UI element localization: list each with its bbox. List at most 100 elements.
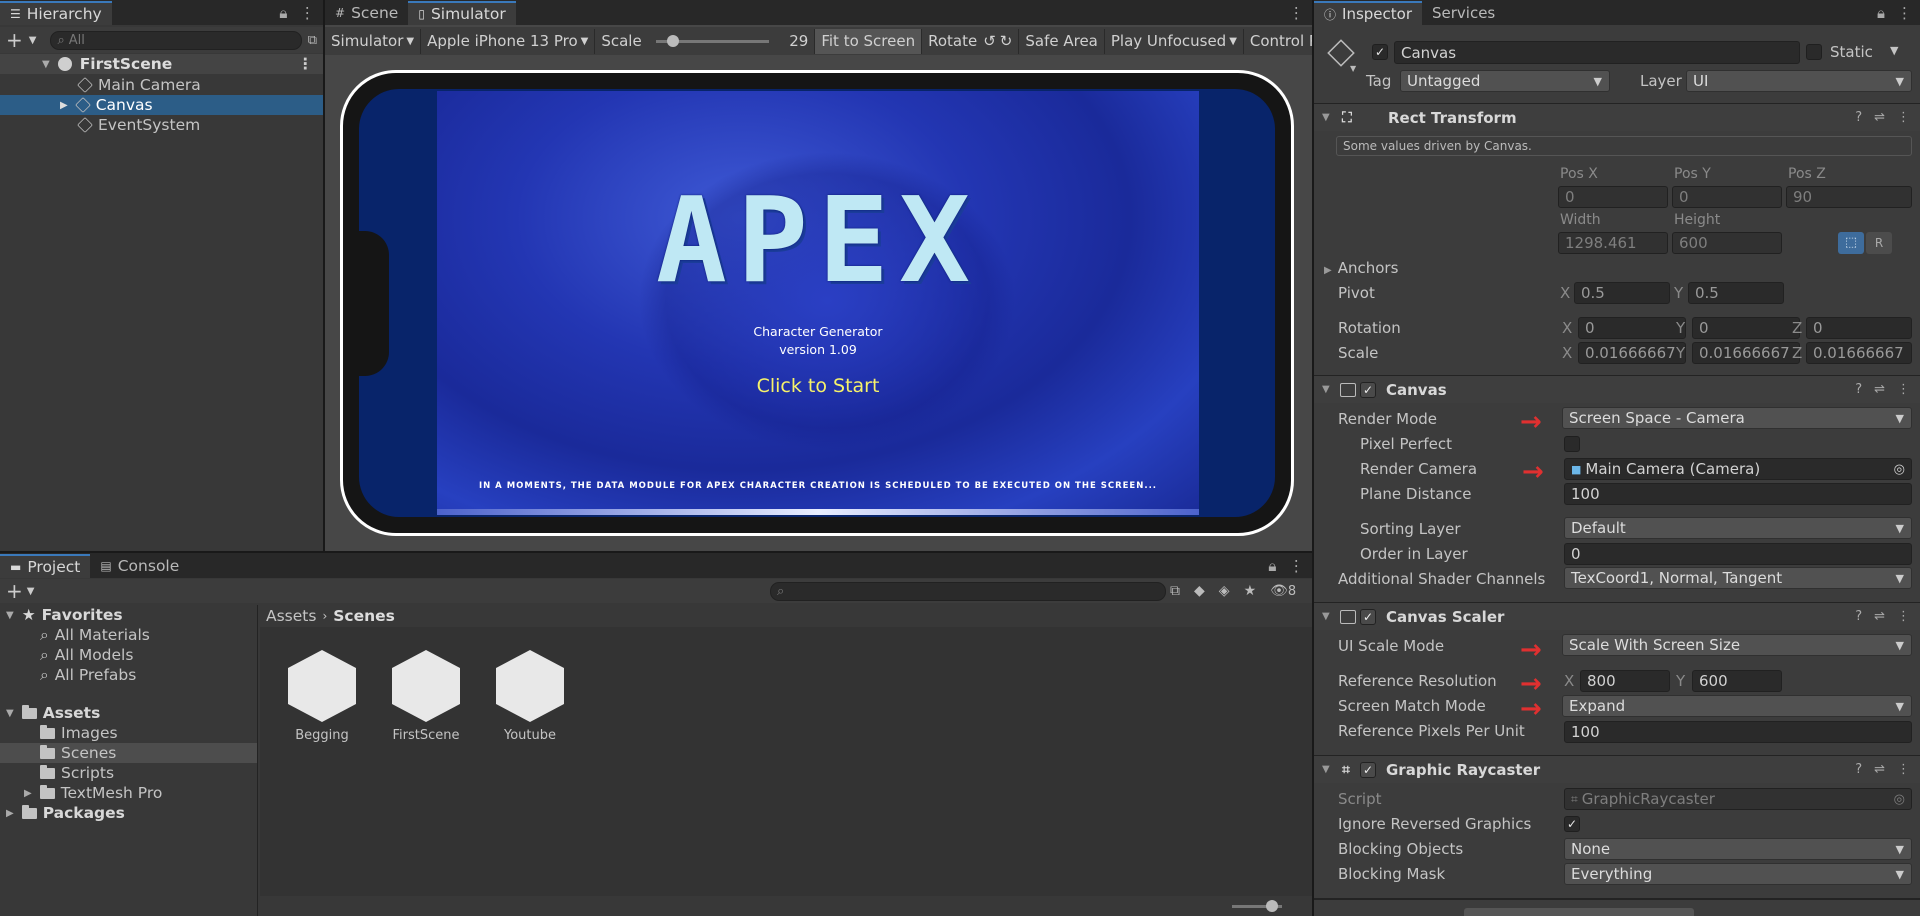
- add-icon[interactable]: +: [6, 28, 23, 52]
- layer-dropdown[interactable]: UI ▼: [1686, 70, 1912, 92]
- search-filter-icon[interactable]: ⧉: [308, 33, 317, 48]
- game-canvas[interactable]: APEX Character Generator version 1.09 Cl…: [437, 91, 1199, 515]
- static-dropdown-icon[interactable]: ▼: [1890, 44, 1898, 57]
- object-picker-icon[interactable]: ◎: [1894, 462, 1905, 477]
- pixel-perfect-checkbox[interactable]: [1564, 436, 1580, 452]
- order-in-layer-field[interactable]: 0: [1564, 543, 1912, 565]
- reference-x-field[interactable]: 800: [1580, 670, 1670, 692]
- collapse-icon[interactable]: ▼: [1322, 764, 1330, 775]
- more-options-icon[interactable]: ⋮: [1897, 382, 1910, 397]
- chevron-down-icon[interactable]: ▼: [29, 35, 37, 46]
- star-icon[interactable]: ★: [1244, 583, 1257, 599]
- filter-label-icon[interactable]: ◆: [1194, 583, 1205, 599]
- more-options-icon[interactable]: ⋮: [1897, 4, 1912, 22]
- hierarchy-item-eventsystem[interactable]: EventSystem: [0, 115, 323, 135]
- graphic-raycaster-header[interactable]: ▼ ⌗ ✓ Graphic Raycaster ? ⇌ ⋮: [1314, 755, 1920, 783]
- folder-item[interactable]: Scripts: [0, 763, 257, 783]
- preset-icon[interactable]: ⇌: [1874, 762, 1885, 777]
- pivot-x-field[interactable]: 0.5: [1574, 282, 1670, 304]
- more-options-icon[interactable]: ⋮: [300, 4, 316, 22]
- expand-right-icon[interactable]: ▶: [6, 808, 14, 819]
- expand-icon[interactable]: ▼: [6, 708, 14, 719]
- chevron-down-icon[interactable]: ▼: [1350, 64, 1356, 73]
- expand-right-icon[interactable]: ▶: [60, 100, 68, 111]
- raycaster-enabled-checkbox[interactable]: ✓: [1360, 761, 1376, 778]
- canvas-enabled-checkbox[interactable]: ✓: [1360, 381, 1376, 398]
- project-search-input[interactable]: ⌕: [770, 581, 1166, 601]
- shader-channels-dropdown[interactable]: TexCoord1, Normal, Tangent ▼: [1564, 567, 1912, 589]
- anchors-label[interactable]: ▶ Anchors: [1324, 259, 1398, 277]
- static-checkbox[interactable]: [1806, 44, 1822, 60]
- canvas-scaler-enabled-checkbox[interactable]: ✓: [1360, 608, 1376, 625]
- reference-y-field[interactable]: 600: [1692, 670, 1782, 692]
- preset-icon[interactable]: ⇌: [1874, 382, 1885, 397]
- icon-size-thumb[interactable]: [1266, 900, 1278, 912]
- favorites-header[interactable]: ▼ ★ Favorites: [0, 605, 257, 625]
- collapse-icon[interactable]: ▼: [1322, 112, 1330, 123]
- help-icon[interactable]: ?: [1855, 110, 1862, 125]
- rotate-right-icon[interactable]: ↻: [1000, 32, 1013, 50]
- folder-item-selected[interactable]: Scenes: [0, 743, 257, 763]
- add-icon[interactable]: +: [6, 579, 23, 603]
- more-options-icon[interactable]: ⋮: [1897, 762, 1910, 777]
- raw-edit-button[interactable]: R: [1866, 232, 1892, 254]
- scale-slider-thumb[interactable]: [667, 34, 680, 47]
- hierarchy-item-main-camera[interactable]: Main Camera: [0, 75, 323, 95]
- pos-y-field[interactable]: 0: [1672, 186, 1782, 208]
- scale-y-field[interactable]: 0.01666667: [1692, 342, 1800, 364]
- scene-more-icon[interactable]: ⋮: [298, 55, 314, 73]
- help-icon[interactable]: ?: [1855, 382, 1862, 397]
- height-field[interactable]: 600: [1672, 232, 1782, 254]
- rotate-button[interactable]: Rotate ↺ ↻: [922, 28, 1020, 54]
- tab-inspector[interactable]: ⓘ Inspector: [1314, 1, 1422, 25]
- hierarchy-item-canvas[interactable]: ▶ Canvas: [0, 95, 323, 115]
- more-options-icon[interactable]: ⋮: [1897, 609, 1910, 624]
- help-icon[interactable]: ?: [1855, 762, 1862, 777]
- hierarchy-scene-row[interactable]: ▼ FirstScene ⋮: [0, 54, 323, 74]
- ignore-reversed-checkbox[interactable]: ✓: [1564, 816, 1580, 832]
- asset-item[interactable]: Youtube: [488, 650, 572, 743]
- pixels-per-unit-field[interactable]: 100: [1564, 721, 1912, 743]
- rotation-x-field[interactable]: 0: [1578, 317, 1686, 339]
- blocking-mask-dropdown[interactable]: Everything ▼: [1564, 863, 1912, 885]
- hierarchy-search-input[interactable]: ⌕ All: [50, 30, 302, 50]
- collapse-icon[interactable]: ▼: [1322, 611, 1330, 622]
- folder-item[interactable]: ▶ TextMesh Pro: [0, 783, 257, 803]
- favorite-item[interactable]: ⌕ All Models: [0, 645, 257, 665]
- icon-size-slider[interactable]: [1232, 900, 1282, 912]
- assets-header[interactable]: ▼ Assets: [0, 703, 257, 723]
- packages-header[interactable]: ▶ Packages: [0, 803, 257, 823]
- screen-match-mode-dropdown[interactable]: Expand ▼: [1562, 695, 1912, 717]
- favorite-item[interactable]: ⌕ All Prefabs: [0, 665, 257, 685]
- device-dropdown[interactable]: Apple iPhone 13 Pro ▼: [421, 28, 596, 54]
- help-icon[interactable]: ?: [1855, 609, 1862, 624]
- rotate-left-icon[interactable]: ↺: [983, 32, 996, 50]
- click-to-start-button[interactable]: Click to Start: [437, 375, 1199, 397]
- tag-dropdown[interactable]: Untagged ▼: [1400, 70, 1610, 92]
- plane-distance-field[interactable]: 100: [1564, 483, 1912, 505]
- favorite-item[interactable]: ⌕ All Materials: [0, 625, 257, 645]
- safe-area-button[interactable]: Safe Area: [1019, 28, 1105, 54]
- scale-x-field[interactable]: 0.01666667: [1578, 342, 1686, 364]
- control-button[interactable]: Control P: [1244, 29, 1312, 54]
- canvas-scaler-header[interactable]: ▼ ✓ Canvas Scaler ? ⇌ ⋮: [1314, 602, 1920, 630]
- render-mode-dropdown[interactable]: Screen Space - Camera ▼: [1562, 407, 1912, 429]
- render-camera-field[interactable]: ■ Main Camera (Camera) ◎: [1564, 458, 1912, 480]
- active-checkbox[interactable]: ✓: [1372, 44, 1388, 60]
- object-name-field[interactable]: Canvas: [1394, 41, 1800, 64]
- breadcrumb-item[interactable]: Scenes: [333, 607, 395, 625]
- filter-type-icon[interactable]: ⧉: [1170, 583, 1180, 599]
- pos-x-field[interactable]: 0: [1558, 186, 1668, 208]
- lock-icon[interactable]: 🔒︎: [1877, 4, 1885, 22]
- blueprint-mode-button[interactable]: ⬚: [1838, 232, 1864, 254]
- more-options-icon[interactable]: ⋮: [1897, 110, 1910, 125]
- lock-icon[interactable]: 🔒︎: [279, 4, 287, 23]
- canvas-component-header[interactable]: ▼ ✓ Canvas ? ⇌ ⋮: [1314, 375, 1920, 403]
- preset-icon[interactable]: ⇌: [1874, 110, 1885, 125]
- tag-icon[interactable]: ◈: [1219, 583, 1230, 599]
- tab-simulator[interactable]: ▯ Simulator: [408, 1, 516, 25]
- blocking-objects-dropdown[interactable]: None ▼: [1564, 838, 1912, 860]
- add-component-button[interactable]: [1464, 908, 1694, 916]
- mode-dropdown[interactable]: Simulator ▼: [325, 28, 422, 54]
- tab-project[interactable]: ▬ Project: [0, 554, 91, 578]
